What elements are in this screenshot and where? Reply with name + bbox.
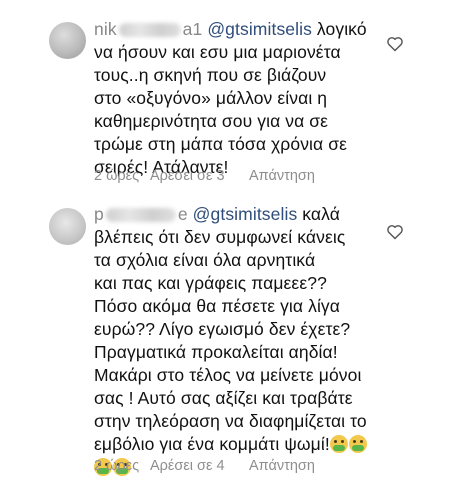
username-visible-text: nik [94,19,117,39]
nauseated-face-emoji [329,435,348,453]
username-redaction [118,23,181,38]
comment-line: βλέπεις ότι δεν συμφωνεί κάνεις [94,227,346,247]
comment-line: σας ! Αυτό σας αξίζει και τραβάτε [94,388,353,408]
reply-button[interactable]: Απάντηση [249,168,315,184]
username-visible-text: p [94,204,104,224]
avatar[interactable] [49,208,86,245]
mention-link[interactable]: @gtsimitselis [193,204,298,224]
comment-line: στην τηλεόραση να διαφημίζεται το [94,411,367,431]
comment-line: στο «οξυγόνο» μάλλον είναι η [94,88,328,108]
comment-line: Πόσο ακόμα θα πέσετε για λίγα [94,296,341,316]
likes-count[interactable]: Αρέσει σε 3 [150,168,249,184]
avatar[interactable] [49,22,86,59]
heart-outline-icon[interactable] [386,36,404,52]
comment-line: τα σχόλια είναι όλα αρνητικά [94,250,316,270]
comment-line: Πραγματικά προκαλείται αηδία! [94,342,338,362]
username-tail-text: e [177,204,188,224]
comment-line: Μακάρι στο τέλος να μείνετε μόνοι [94,365,362,385]
comment-line: και πας και γράφεις παμεεε?? [94,273,327,293]
comment-line: ευρώ?? Λίγο εγωισμό δεν έχετε? [94,319,351,339]
username-redaction [105,208,176,223]
comment-meta: 2 ώρες Αρέσει σε 3 Απάντηση [94,168,315,184]
heart-outline-icon[interactable] [386,224,404,240]
reply-button[interactable]: Απάντηση [249,458,315,474]
username-tail-text: a1 [182,19,203,39]
comment-line: να ήσουν και εσυ μια μαριονέτα [94,42,341,62]
comment-line-with-emoji: εμβόλιο για ένα κομμάτι ψωμί! [94,433,394,456]
comment-first-line: pe @gtsimitselis καλά [94,203,394,226]
comment-body: nik a1 @gtsimitselis λογικό να ήσουν και … [94,18,394,179]
timestamp: 2 ώρες [94,168,140,184]
likes-count[interactable]: Αρέσει σε 4 [150,458,249,474]
mention-link[interactable]: @gtsimitselis [207,19,312,39]
comment-line: τους..η σκηνή που σε βιάζουν [94,65,327,85]
timestamp: 2 ώρες [94,458,140,474]
comment-text: λογικό [316,19,367,39]
comment-first-line: nik a1 @gtsimitselis λογικό [94,18,394,41]
comment-line: εμβόλιο για ένα κομμάτι ψωμί! [94,434,330,454]
comment-text: καλά [302,204,340,224]
username[interactable]: pe [94,203,188,226]
username[interactable]: nik a1 [94,18,202,41]
comment-line: τρώμε στη μάπα τόσα χρόνια σε [94,134,348,154]
comment-line: καθημερινότητα σου για να σε [94,111,329,131]
comment-body: pe @gtsimitselis καλά βλέπεις ότι δεν συ… [94,203,394,479]
nauseated-face-emoji [348,435,367,453]
comment-meta: 2 ώρες Αρέσει σε 4 Απάντηση [94,458,315,474]
